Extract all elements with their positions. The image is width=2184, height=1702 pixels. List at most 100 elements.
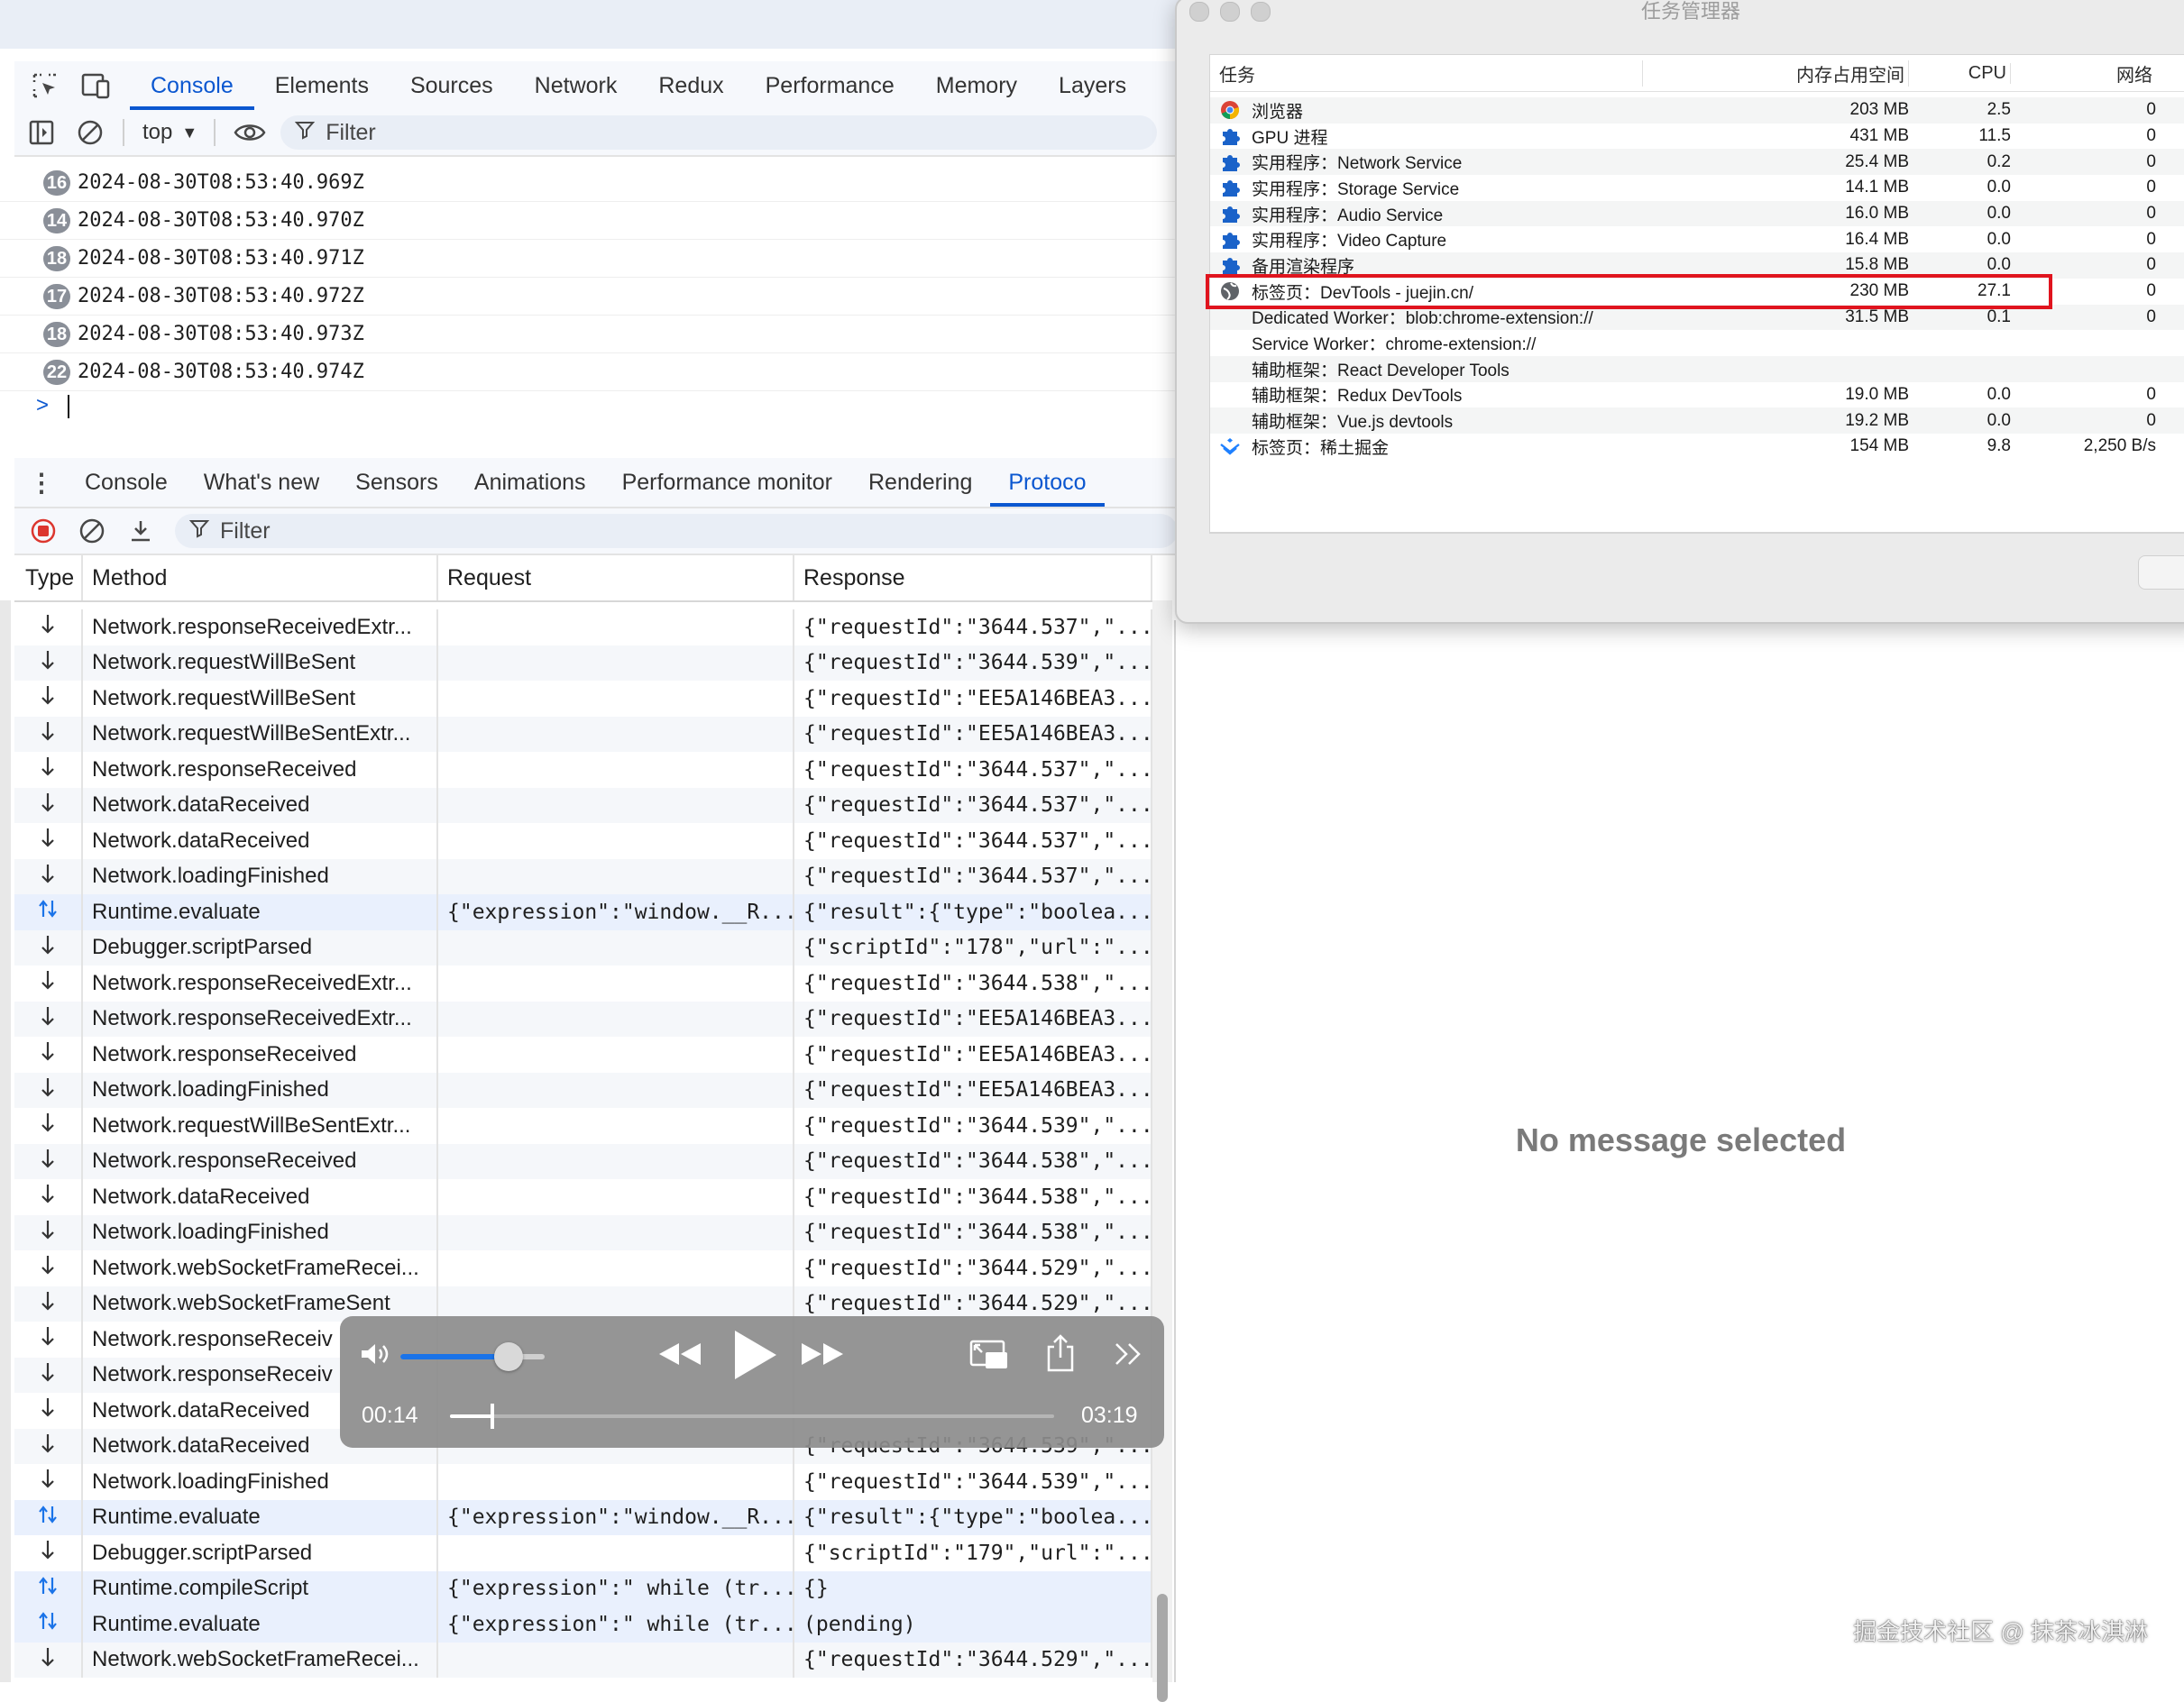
protocol-row[interactable]: Debugger.scriptParsed {"scriptId":"178","… — [14, 929, 1152, 965]
tab-redux[interactable]: Redux — [638, 61, 744, 110]
protocol-row[interactable]: Network.requestWillBeSentExtr... {"reques… — [14, 716, 1152, 752]
protocol-request-cell — [438, 1001, 794, 1037]
console-message[interactable]: 17 2024-08-30T08:53:40.972Z — [0, 278, 1181, 316]
task-row[interactable]: 实用程序：Storage Service 14.1 MB 0.0 0 — [1210, 175, 2184, 201]
protocol-request-cell — [438, 823, 794, 859]
tab-sources[interactable]: Sources — [390, 61, 514, 110]
protocol-row[interactable]: Network.loadingFinished {"requestId":"364… — [14, 1214, 1152, 1250]
console-message[interactable]: 18 2024-08-30T08:53:40.973Z — [0, 316, 1181, 353]
task-row[interactable]: 实用程序：Video Capture 16.4 MB 0.0 0 — [1210, 226, 2184, 252]
protocol-row[interactable]: Network.dataReceived {"requestId":"3644.5… — [14, 823, 1152, 859]
task-row[interactable]: 标签页：稀土掘金 154 MB 9.8 2,250 B/s — [1210, 434, 2184, 460]
column-header-memory[interactable]: 内存占用空间 — [1643, 59, 1909, 87]
console-prompt[interactable]: > — [36, 393, 69, 418]
minimize-window-icon[interactable] — [1220, 2, 1240, 22]
clear-console-icon[interactable] — [72, 114, 108, 151]
protocol-scrollbar[interactable] — [1152, 600, 1172, 1702]
console-message[interactable]: 16 2024-08-30T08:53:40.969Z — [0, 164, 1181, 202]
drawer-tab-animations[interactable]: Animations — [456, 458, 604, 507]
console-message[interactable]: 18 2024-08-30T08:53:40.971Z — [0, 240, 1181, 278]
inspect-element-icon[interactable] — [27, 68, 63, 104]
scrollbar-thumb[interactable] — [1157, 1594, 1168, 1702]
task-row[interactable]: 浏览器 203 MB 2.5 0 — [1210, 97, 2184, 124]
share-icon[interactable] — [1045, 1334, 1076, 1377]
volume-knob[interactable] — [494, 1342, 523, 1371]
tab-layers[interactable]: Layers — [1038, 61, 1147, 110]
drawer-tab-rendering[interactable]: Rendering — [850, 458, 990, 507]
drawer-tab-sensors[interactable]: Sensors — [337, 458, 456, 507]
tab-elements[interactable]: Elements — [254, 61, 390, 110]
task-row[interactable]: 辅助框架：Redux DevTools 19.0 MB 0.0 0 — [1210, 382, 2184, 408]
fast-forward-icon[interactable] — [800, 1340, 845, 1373]
protocol-row[interactable]: Network.loadingFinished {"requestId":"EE5… — [14, 1072, 1152, 1108]
protocol-response-cell: (pending) — [794, 1606, 1152, 1643]
playback-progress-bar[interactable] — [450, 1404, 1054, 1429]
protocol-row[interactable]: Network.loadingFinished {"requestId":"364… — [14, 858, 1152, 894]
task-row[interactable]: 实用程序：Network Service 25.4 MB 0.2 0 — [1210, 149, 2184, 176]
column-header-method[interactable]: Method — [83, 555, 438, 600]
column-header-request[interactable]: Request — [438, 555, 794, 600]
protocol-row[interactable]: Network.responseReceivedExtr... {"request… — [14, 609, 1152, 645]
column-header-cpu[interactable]: CPU — [1909, 62, 2011, 84]
protocol-row[interactable]: Runtime.evaluate {"expression":" while (t… — [14, 1606, 1152, 1643]
context-selector[interactable]: top ▼ — [142, 120, 197, 145]
volume-slider[interactable] — [400, 1342, 545, 1371]
drawer-tab-what-s-new[interactable]: What's new — [186, 458, 337, 507]
task-row[interactable]: 辅助框架：Vue.js devtools 19.2 MB 0.0 0 — [1210, 407, 2184, 434]
console-message[interactable]: 22 2024-08-30T08:53:40.974Z — [0, 353, 1181, 391]
protocol-row[interactable]: Runtime.compileScript {"expression":" whi… — [14, 1570, 1152, 1606]
play-icon[interactable] — [730, 1329, 778, 1386]
drawer-tab-performance-monitor[interactable]: Performance monitor — [604, 458, 850, 507]
end-process-button[interactable]: 结 — [2138, 555, 2184, 590]
task-row[interactable]: 实用程序：Audio Service 16.0 MB 0.0 0 — [1210, 200, 2184, 227]
playback-scrubber[interactable] — [490, 1404, 494, 1429]
protocol-filter-input[interactable]: Filter — [175, 514, 1178, 548]
protocol-row[interactable]: Network.responseReceived {"requestId":"36… — [14, 752, 1152, 788]
task-row[interactable]: 辅助框架：React Developer Tools — [1210, 355, 2184, 382]
protocol-row[interactable]: Network.webSocketFrameRecei... {"requestI… — [14, 1250, 1152, 1286]
download-icon[interactable] — [123, 513, 159, 549]
column-header-type[interactable]: Type — [14, 555, 83, 600]
task-row[interactable]: Service Worker：chrome-extension:// — [1210, 330, 2184, 356]
protocol-row[interactable]: Network.requestWillBeSent {"requestId":"3… — [14, 645, 1152, 681]
record-stop-icon[interactable] — [25, 513, 61, 549]
protocol-type-cell — [14, 787, 83, 823]
close-window-icon[interactable] — [1189, 2, 1209, 22]
sidebar-toggle-icon[interactable] — [23, 114, 60, 151]
drawer-tab-console[interactable]: Console — [67, 458, 186, 507]
column-header-task[interactable]: 任务 — [1210, 59, 1643, 87]
protocol-row[interactable]: Network.requestWillBeSent {"requestId":"E… — [14, 681, 1152, 717]
more-vertical-icon[interactable]: ⋮ — [23, 464, 60, 500]
tab-console[interactable]: Console — [130, 61, 254, 110]
clear-protocol-icon[interactable] — [74, 513, 110, 549]
device-toolbar-icon[interactable] — [78, 68, 114, 104]
protocol-row[interactable]: Network.loadingFinished {"requestId":"364… — [14, 1464, 1152, 1500]
protocol-row[interactable]: Runtime.evaluate {"expression":"window.__… — [14, 894, 1152, 930]
protocol-row[interactable]: Network.webSocketFrameRecei... {"requestI… — [14, 1642, 1152, 1678]
console-filter-input[interactable]: Filter — [280, 115, 1158, 150]
tab-memory[interactable]: Memory — [915, 61, 1038, 110]
column-header-network[interactable]: 网络 — [2011, 60, 2156, 87]
protocol-row[interactable]: Network.responseReceivedExtr... {"request… — [14, 965, 1152, 1002]
volume-icon[interactable] — [360, 1341, 392, 1371]
tab-performance[interactable]: Performance — [745, 61, 915, 110]
protocol-row[interactable]: Network.responseReceivedExtr... {"request… — [14, 1001, 1152, 1037]
protocol-row[interactable]: Network.responseReceived {"requestId":"EE… — [14, 1037, 1152, 1073]
protocol-row[interactable]: Debugger.scriptParsed {"scriptId":"179","… — [14, 1535, 1152, 1571]
protocol-method-cell: Network.webSocketFrameRecei... — [83, 1250, 438, 1286]
task-row[interactable]: GPU 进程 431 MB 11.5 0 — [1210, 124, 2184, 150]
tab-network[interactable]: Network — [514, 61, 638, 110]
rewind-icon[interactable] — [657, 1340, 702, 1373]
console-message[interactable]: 14 2024-08-30T08:53:40.970Z — [0, 202, 1181, 240]
zoom-window-icon[interactable] — [1251, 2, 1271, 22]
protocol-row[interactable]: Network.responseReceived {"requestId":"36… — [14, 1143, 1152, 1179]
protocol-row[interactable]: Runtime.evaluate {"expression":"window.__… — [14, 1499, 1152, 1535]
protocol-row[interactable]: Network.dataReceived {"requestId":"3644.5… — [14, 787, 1152, 823]
picture-in-picture-icon[interactable] — [969, 1340, 1009, 1377]
live-expression-eye-icon[interactable] — [232, 114, 268, 151]
protocol-row[interactable]: Network.dataReceived {"requestId":"3644.5… — [14, 1179, 1152, 1215]
column-header-response[interactable]: Response — [794, 555, 1152, 600]
protocol-row[interactable]: Network.requestWillBeSentExtr... {"reques… — [14, 1108, 1152, 1144]
more-chevrons-icon[interactable] — [1114, 1341, 1142, 1371]
drawer-tab-protoco[interactable]: Protoco — [990, 458, 1105, 507]
